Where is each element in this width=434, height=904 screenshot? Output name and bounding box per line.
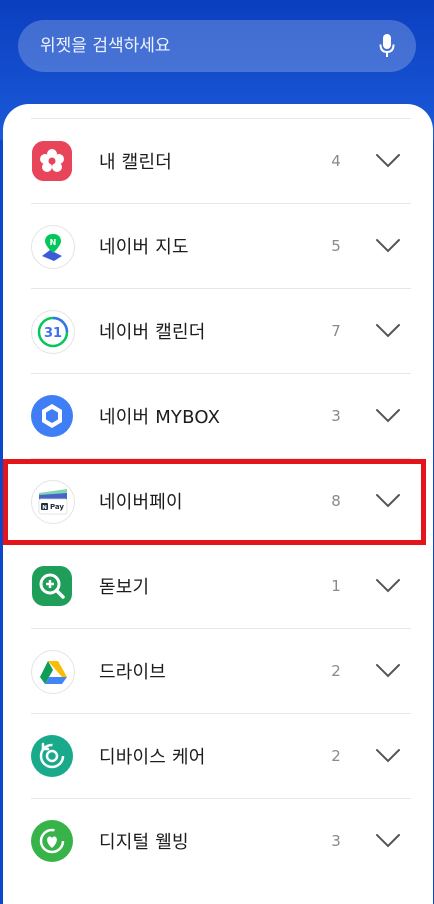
widget-count: 4 [331,152,341,170]
widget-list: 내 캘린더 4 N 네이버 지도 5 31 네이버 캘린더 7 네이버 MYBO… [3,118,433,883]
widget-label: 디바이스 케어 [99,747,206,768]
chevron-down-icon[interactable] [371,148,405,174]
widget-label: 디지털 웰빙 [99,832,189,853]
naver-pay-badge-text: N [42,505,47,511]
widget-label: 드라이브 [99,662,167,683]
widget-count: 2 [331,747,341,765]
magnifier-icon [32,566,72,606]
list-item[interactable]: 드라이브 2 [3,628,433,713]
mic-icon[interactable] [376,31,398,61]
widget-search-bar[interactable] [18,20,416,72]
list-item[interactable]: 돋보기 1 [3,543,433,628]
chevron-down-icon[interactable] [371,403,405,429]
widget-label: 네이버 지도 [99,237,189,258]
list-item[interactable]: N Pay 네이버페이 8 [3,458,433,543]
chevron-down-icon[interactable] [371,573,405,599]
widget-count: 2 [331,662,341,680]
widget-label: 내 캘린더 [99,152,172,173]
list-item[interactable]: N 네이버 지도 5 [3,203,433,288]
list-item[interactable]: 네이버 MYBOX 3 [3,373,433,458]
naver-calendar-icon-text: 31 [44,326,62,341]
widget-count: 5 [331,237,341,255]
svg-text:N: N [50,238,57,247]
device-care-icon [31,735,73,777]
widget-count: 7 [331,322,341,340]
widget-count: 1 [331,577,341,595]
naver-mybox-icon [31,395,73,437]
digital-wellbeing-icon [31,820,73,862]
widget-count: 3 [331,832,341,850]
chevron-down-icon[interactable] [371,658,405,684]
widget-count: 3 [331,407,341,425]
widget-label: 네이버페이 [99,492,183,513]
chevron-down-icon[interactable] [371,828,405,854]
list-item[interactable]: 디바이스 케어 2 [3,713,433,798]
my-calendar-icon [32,141,72,181]
widget-count: 8 [331,492,341,510]
widget-list-sheet: 내 캘린더 4 N 네이버 지도 5 31 네이버 캘린더 7 네이버 MYBO… [3,104,433,904]
search-input[interactable] [38,35,376,57]
naver-calendar-icon: 31 [31,310,75,354]
list-item[interactable]: 내 캘린더 4 [3,118,433,203]
widget-label: 네이버 MYBOX [99,407,221,428]
naver-pay-icon-text: Pay [50,503,64,511]
chevron-down-icon[interactable] [371,743,405,769]
list-item[interactable]: 31 네이버 캘린더 7 [3,288,433,373]
drive-icon [31,650,75,694]
widget-label: 네이버 캘린더 [99,322,206,343]
naver-pay-icon: N Pay [31,480,75,524]
chevron-down-icon[interactable] [371,488,405,514]
widget-label: 돋보기 [99,577,150,598]
chevron-down-icon[interactable] [371,233,405,259]
naver-map-icon: N [31,225,75,269]
list-item[interactable]: 디지털 웰빙 3 [3,798,433,883]
chevron-down-icon[interactable] [371,318,405,344]
